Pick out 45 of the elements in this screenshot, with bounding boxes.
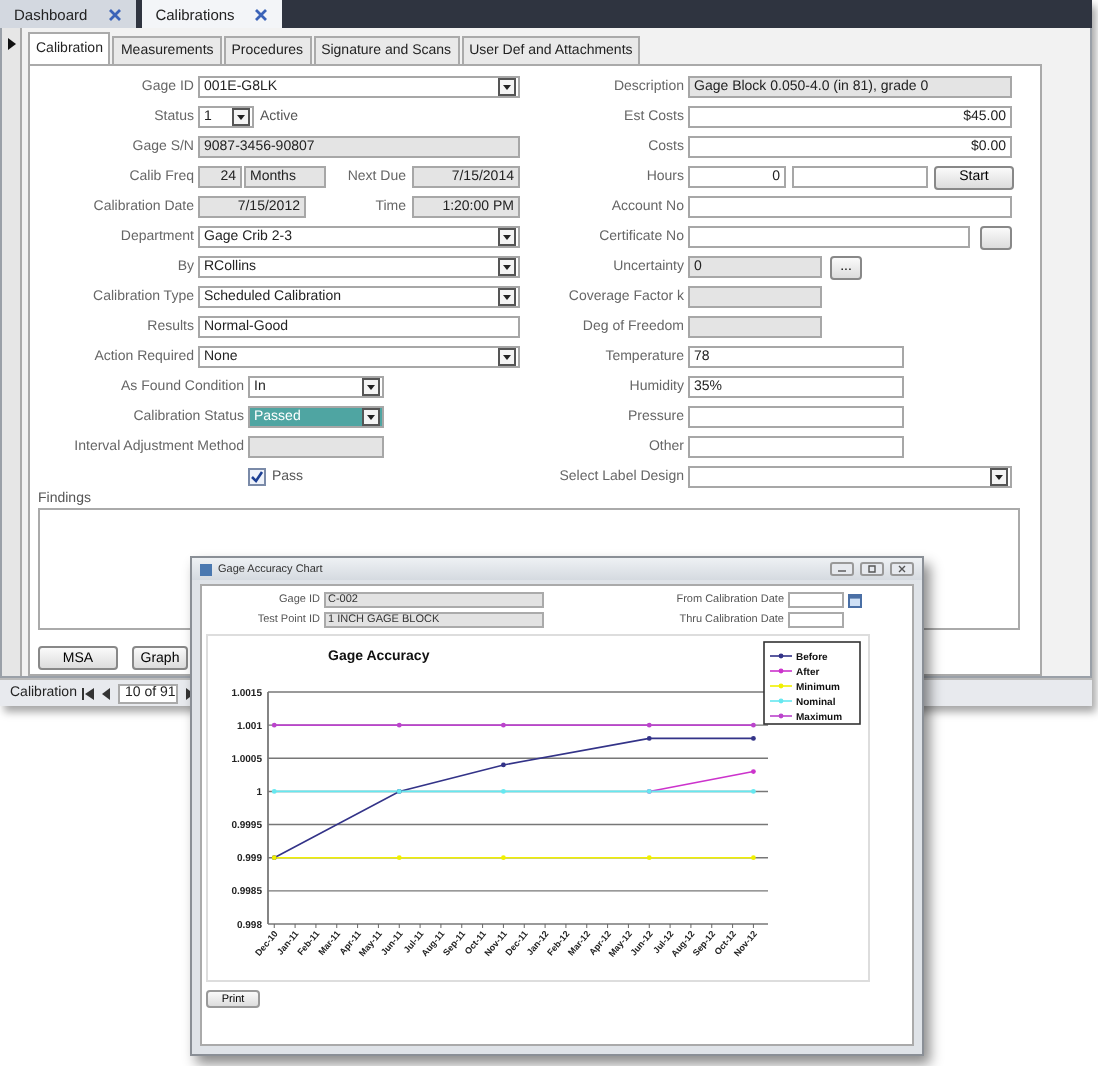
input-field[interactable]: [688, 196, 1012, 218]
date-field[interactable]: [788, 612, 844, 628]
readonly-field: [688, 286, 822, 308]
data-point: [751, 769, 756, 774]
legend-line-icon: [769, 683, 793, 689]
maximize-icon[interactable]: [860, 562, 884, 576]
input-field[interactable]: [792, 166, 928, 188]
close-icon[interactable]: [890, 562, 914, 576]
input-field[interactable]: [688, 406, 904, 428]
data-point: [646, 736, 652, 741]
date-field[interactable]: [788, 592, 844, 608]
data-point: [751, 789, 756, 794]
legend-line-icon: [769, 698, 793, 704]
readonly-field: [248, 436, 384, 458]
data-point: [271, 722, 277, 728]
data-point: [501, 722, 506, 728]
close-icon[interactable]: [107, 7, 122, 21]
input-field[interactable]: [688, 226, 970, 248]
browse-button[interactable]: [980, 225, 1012, 249]
previous-record-icon[interactable]: [100, 687, 113, 699]
data-point: [751, 855, 756, 861]
calendar-icon[interactable]: [848, 593, 862, 607]
data-point: [751, 722, 756, 728]
data-point: [396, 855, 402, 861]
close-icon[interactable]: [254, 7, 269, 21]
data-point: [646, 855, 652, 861]
legend-box: [763, 641, 861, 725]
readonly-field: [688, 316, 822, 338]
data-point: [501, 855, 506, 861]
dropdown-field[interactable]: [688, 466, 1012, 488]
first-record-icon[interactable]: [82, 687, 95, 699]
record-selector-icon[interactable]: [7, 38, 15, 50]
checkbox[interactable]: [248, 468, 266, 486]
legend-line-icon: [769, 668, 793, 674]
data-point: [646, 722, 652, 728]
app-icon: [200, 563, 212, 575]
legend-line-icon: [769, 713, 793, 719]
data-point: [271, 789, 277, 794]
data-point: [751, 736, 756, 741]
legend-line-icon: [769, 653, 793, 659]
data-point: [501, 789, 506, 794]
minimize-icon[interactable]: [830, 562, 854, 576]
data-point: [501, 762, 506, 768]
input-field[interactable]: [688, 436, 904, 458]
data-point: [396, 722, 402, 728]
